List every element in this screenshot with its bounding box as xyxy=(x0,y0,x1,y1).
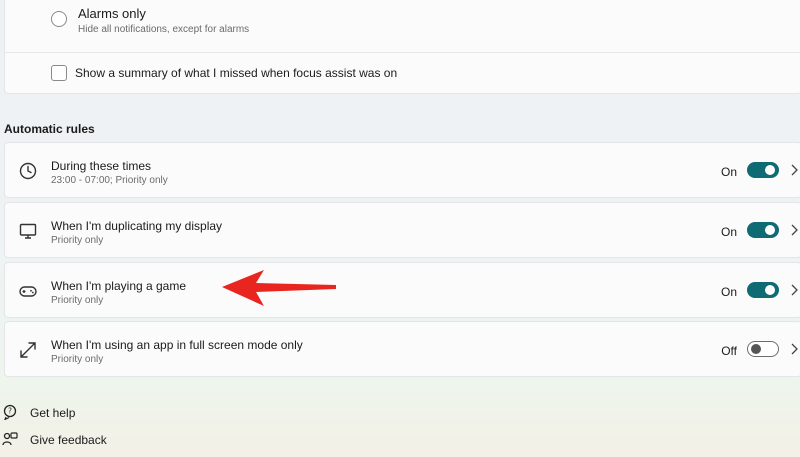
rule-subtitle: Priority only xyxy=(51,354,104,365)
gamepad-icon xyxy=(17,280,39,302)
rule-title: During these times xyxy=(51,159,152,173)
alarms-only-label[interactable]: Alarms only xyxy=(78,6,146,21)
rule-full-screen-app[interactable]: When I'm using an app in full screen mod… xyxy=(4,321,800,377)
rule-title: When I'm playing a game xyxy=(51,279,187,293)
rule-duplicating-display[interactable]: When I'm duplicating my display Priority… xyxy=(4,202,800,258)
get-help-link[interactable]: Get help xyxy=(30,406,75,420)
alarms-only-description: Hide all notifications, except for alarm… xyxy=(78,24,250,35)
chevron-right-icon[interactable] xyxy=(789,163,799,177)
alarms-only-radio[interactable] xyxy=(51,11,67,27)
rule-playing-game[interactable]: When I'm playing a game Priority only On xyxy=(4,262,800,318)
rule-state-label: On xyxy=(720,285,737,299)
divider xyxy=(5,52,800,53)
rule-toggle[interactable] xyxy=(747,341,779,357)
summary-checkbox[interactable] xyxy=(51,65,67,81)
annotation-arrow xyxy=(222,270,336,306)
chevron-right-icon[interactable] xyxy=(789,283,799,297)
toggle-knob xyxy=(765,165,775,175)
rule-title: When I'm using an app in full screen mod… xyxy=(51,338,303,352)
rule-toggle[interactable] xyxy=(747,162,779,178)
feedback-icon xyxy=(2,432,18,446)
monitor-icon xyxy=(17,220,39,242)
rule-state-label: On xyxy=(720,165,737,179)
focus-options-card: Alarms only Hide all notifications, exce… xyxy=(4,0,800,94)
rule-state-label: Off xyxy=(721,344,737,358)
rule-toggle[interactable] xyxy=(747,282,779,298)
svg-text:?: ? xyxy=(8,407,12,416)
rule-toggle[interactable] xyxy=(747,222,779,238)
fullscreen-icon xyxy=(17,339,39,361)
chevron-right-icon[interactable] xyxy=(789,223,799,237)
summary-checkbox-label[interactable]: Show a summary of what I missed when foc… xyxy=(75,66,397,80)
give-feedback-link[interactable]: Give feedback xyxy=(30,433,107,447)
toggle-knob xyxy=(751,344,761,354)
rule-subtitle: Priority only xyxy=(51,235,104,246)
rule-subtitle: 23:00 - 07:00; Priority only xyxy=(51,175,168,186)
rule-title: When I'm duplicating my display xyxy=(51,219,223,233)
clock-icon xyxy=(17,160,39,182)
automatic-rules-heading: Automatic rules xyxy=(4,122,95,136)
toggle-knob xyxy=(765,285,775,295)
rule-state-label: On xyxy=(720,225,737,239)
toggle-knob xyxy=(765,225,775,235)
help-icon: ? xyxy=(3,404,17,420)
rule-during-these-times[interactable]: During these times 23:00 - 07:00; Priori… xyxy=(4,142,800,198)
chevron-right-icon[interactable] xyxy=(789,342,799,356)
rule-subtitle: Priority only xyxy=(51,295,104,306)
